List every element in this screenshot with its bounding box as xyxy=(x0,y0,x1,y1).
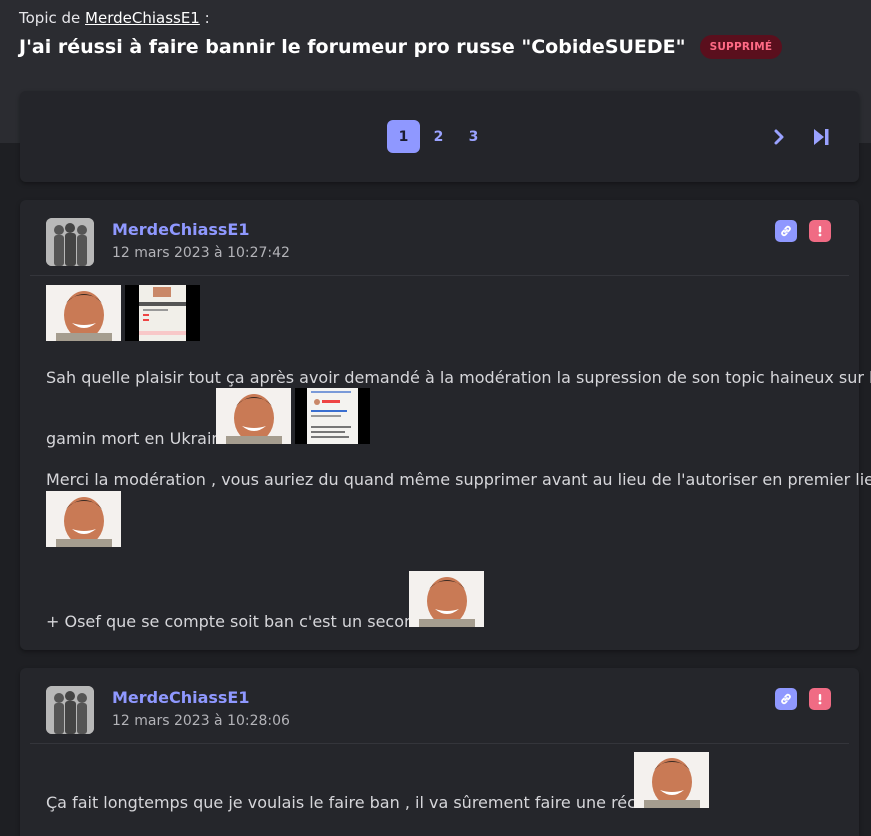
risitas-sticker[interactable] xyxy=(634,752,709,812)
screenshot-thumbnail[interactable] xyxy=(295,388,370,448)
page-button-2[interactable]: 2 xyxy=(422,120,455,153)
page-title-row: J'ai réussi à faire bannir le forumeur p… xyxy=(19,35,783,59)
page-button-1[interactable]: 1 xyxy=(387,120,420,153)
post-header: MerdeChiassE1 12 mars 2023 à 10:28:06 xyxy=(30,668,849,744)
screenshot-thumbnail[interactable] xyxy=(125,285,200,345)
pagination: 1 2 3 xyxy=(20,91,859,182)
skip-to-end-icon[interactable] xyxy=(808,124,834,150)
avatar[interactable] xyxy=(46,218,94,266)
link-icon[interactable] xyxy=(775,220,797,242)
post-header: MerdeChiassE1 12 mars 2023 à 10:27:42 xyxy=(30,200,849,276)
risitas-sticker[interactable] xyxy=(46,285,121,345)
post-date[interactable]: 12 mars 2023 à 10:28:06 xyxy=(112,713,290,729)
post-card: MerdeChiassE1 12 mars 2023 à 10:28:06 Ça… xyxy=(20,668,859,836)
topic-prefix: Topic de xyxy=(19,9,81,27)
topic-author-line: Topic de MerdeChiassE1 : xyxy=(19,9,210,27)
status-badge: SUPPRIMÉ xyxy=(699,35,783,59)
post-text: Sah quelle plaisir tout ça après avoir d… xyxy=(46,368,871,387)
risitas-sticker[interactable] xyxy=(46,491,121,551)
page-button-3[interactable]: 3 xyxy=(457,120,490,153)
avatar[interactable] xyxy=(46,686,94,734)
link-icon[interactable] xyxy=(775,688,797,710)
post-text: + Osef que se compte soit ban c'est un s… xyxy=(46,612,455,631)
post-text: Merci la modération , vous auriez du qua… xyxy=(46,470,871,489)
post-text: gamin mort en Ukraine xyxy=(46,429,232,448)
risitas-sticker[interactable] xyxy=(409,571,484,631)
post-date[interactable]: 12 mars 2023 à 10:27:42 xyxy=(112,245,290,261)
risitas-sticker[interactable] xyxy=(216,388,291,448)
page-title: J'ai réussi à faire bannir le forumeur p… xyxy=(19,36,686,58)
post-text: Ça fait longtemps que je voulais le fair… xyxy=(46,793,707,812)
topic-suffix: : xyxy=(204,9,210,27)
post-card: MerdeChiassE1 12 mars 2023 à 10:27:42 Sa… xyxy=(20,200,871,650)
chevron-right-icon[interactable] xyxy=(766,124,792,150)
exclamation-icon[interactable] xyxy=(809,688,831,710)
exclamation-icon[interactable] xyxy=(809,220,831,242)
author-name[interactable]: MerdeChiassE1 xyxy=(112,220,250,239)
topic-author-link[interactable]: MerdeChiassE1 xyxy=(85,9,200,27)
author-name[interactable]: MerdeChiassE1 xyxy=(112,688,250,707)
